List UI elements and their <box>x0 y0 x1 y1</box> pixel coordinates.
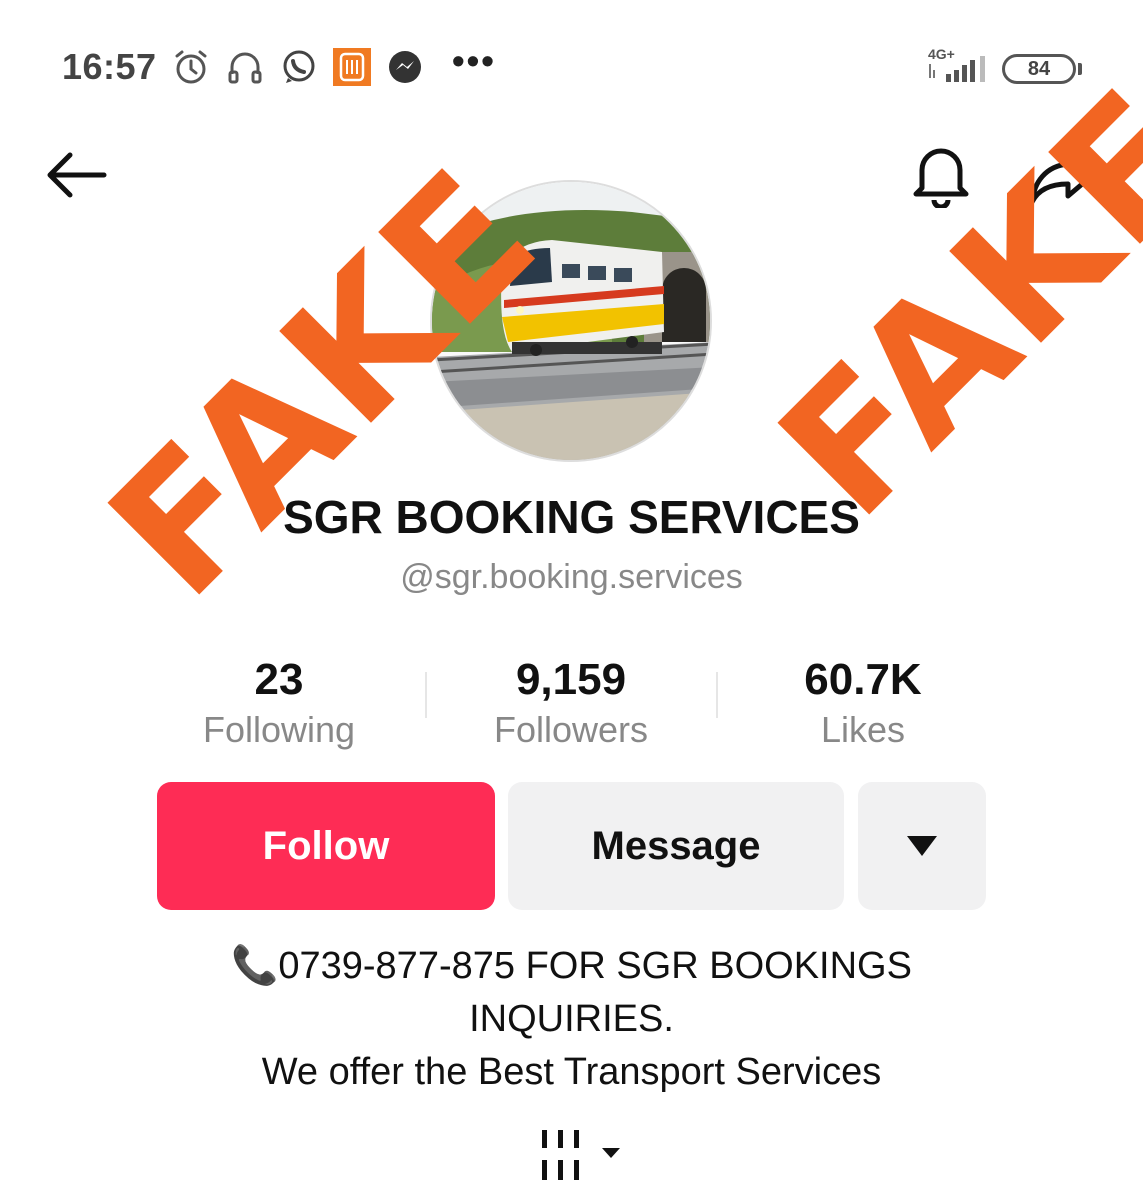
whatsapp-icon <box>283 50 315 83</box>
stat-label: Following <box>202 709 356 750</box>
stat-following[interactable]: 23 Following <box>129 654 429 754</box>
messenger-icon <box>389 51 421 83</box>
alarm-icon <box>175 50 207 84</box>
stat-label: Likes <box>820 709 906 750</box>
bio-line-2: INQUIRIES. <box>469 998 674 1040</box>
headset-icon <box>228 52 262 84</box>
message-button-label: Message <box>591 823 761 868</box>
status-time: 16:57 <box>62 46 157 87</box>
stat-value: 9,159 <box>515 655 627 704</box>
arrow-left-icon[interactable] <box>44 148 108 202</box>
status-bar: 16:57 ••• 4G+ 84 <box>0 0 1143 130</box>
signal-icon <box>929 56 985 82</box>
stat-value: 60.7K <box>804 655 922 704</box>
follow-button-label: Follow <box>262 823 390 868</box>
more-status-icons: ••• <box>452 40 496 81</box>
battery-indicator: 84 <box>1002 54 1076 84</box>
stat-value: 23 <box>254 655 304 704</box>
caret-down-icon <box>907 836 937 856</box>
suggested-accounts-button[interactable] <box>858 782 986 910</box>
bio-line-1: 📞0739-877-875 FOR SGR BOOKINGS <box>231 945 912 987</box>
stat-followers[interactable]: 9,159 Followers <box>421 654 721 754</box>
message-button[interactable]: Message <box>508 782 844 910</box>
stat-likes[interactable]: 60.7K Likes <box>713 654 1013 754</box>
orange-app-icon <box>333 48 371 86</box>
expand-bio-icon[interactable] <box>538 1128 626 1184</box>
battery-level: 84 <box>1027 58 1051 80</box>
bio-line-3: We offer the Best Transport Services <box>261 1051 882 1093</box>
stat-label: Followers <box>493 709 649 750</box>
follow-button[interactable]: Follow <box>157 782 495 910</box>
